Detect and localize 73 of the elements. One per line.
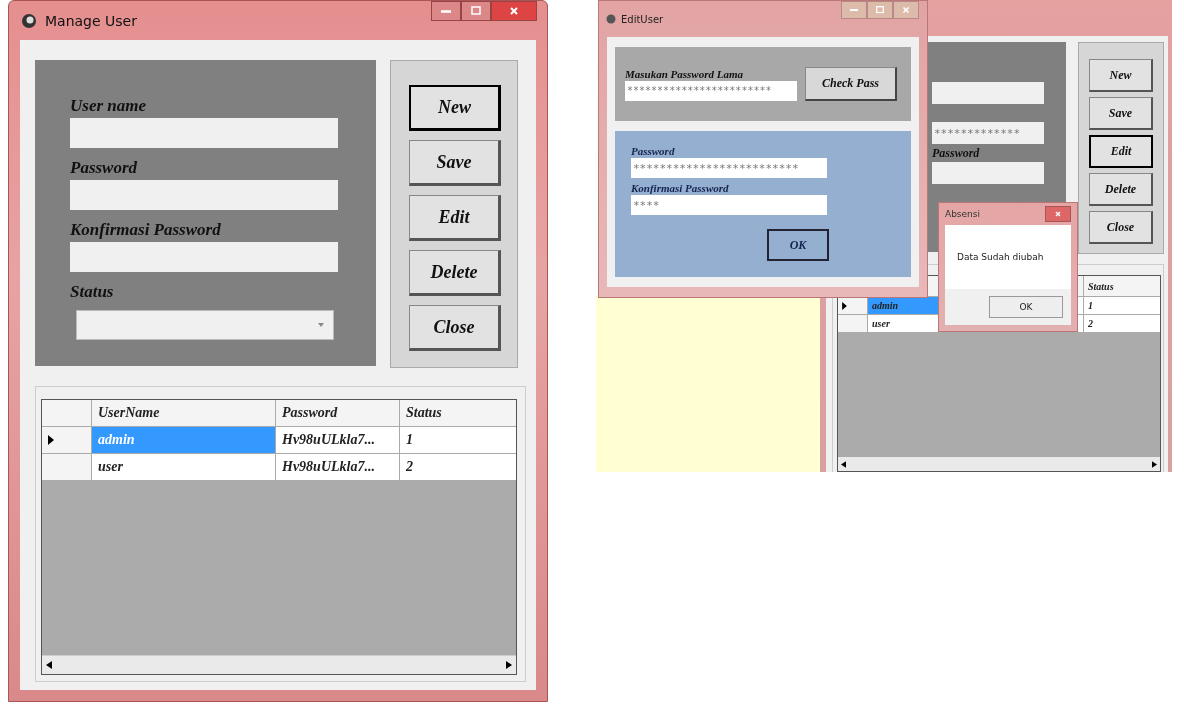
- input-field[interactable]: [70, 242, 338, 272]
- column-header[interactable]: Password: [276, 400, 400, 426]
- table-cell: user: [92, 454, 276, 480]
- maximize-icon: [875, 5, 885, 15]
- action-button[interactable]: Save: [1089, 97, 1153, 130]
- column-header[interactable]: Status: [400, 400, 516, 426]
- close-icon: [1054, 210, 1062, 218]
- row-header[interactable]: [42, 427, 92, 453]
- input-field[interactable]: [70, 180, 338, 210]
- field-label: Password: [70, 158, 138, 178]
- maximize-icon: [470, 5, 482, 17]
- table-cell-text: 2: [1087, 317, 1094, 331]
- table-cell-text: 1: [405, 431, 414, 449]
- action-button[interactable]: Close: [1089, 211, 1153, 244]
- field-label: Password: [631, 145, 675, 158]
- window-title: Manage User: [45, 12, 137, 29]
- table-cell: Hv98uULkla7...: [276, 454, 400, 480]
- action-button[interactable]: Delete: [409, 250, 501, 296]
- action-button[interactable]: Edit: [1089, 135, 1153, 168]
- maximize-button[interactable]: [867, 1, 893, 19]
- password-field[interactable]: ****: [631, 195, 827, 215]
- maximize-button[interactable]: [461, 1, 491, 21]
- table-cell: admin: [92, 427, 276, 453]
- current-row-icon: [48, 435, 54, 445]
- close-button[interactable]: [1045, 206, 1071, 222]
- dropdown-field[interactable]: [76, 310, 334, 340]
- table-cell: Hv98uULkla7...: [276, 427, 400, 453]
- input-field[interactable]: [932, 82, 1044, 104]
- action-button[interactable]: Save: [409, 140, 501, 186]
- ok-button[interactable]: OK: [989, 296, 1063, 318]
- dialog-title: EditUser: [621, 13, 664, 25]
- scroll-right-icon: [506, 661, 512, 669]
- action-button[interactable]: Edit: [409, 195, 501, 241]
- current-row-icon: [842, 301, 847, 310]
- horizontal-scrollbar[interactable]: [838, 457, 1160, 471]
- scroll-right-icon: [1152, 460, 1157, 468]
- close-icon: [508, 5, 520, 17]
- field-label: Konfirmasi Password: [631, 182, 729, 195]
- minimize-icon: [441, 9, 451, 13]
- column-header[interactable]: UserName: [92, 400, 276, 426]
- table-cell-text: 2: [405, 458, 414, 476]
- close-button[interactable]: [491, 1, 537, 21]
- ok-button[interactable]: OK: [767, 229, 829, 261]
- action-button[interactable]: New: [409, 85, 501, 131]
- close-button[interactable]: [893, 1, 919, 19]
- app-icon: [21, 12, 37, 29]
- password-field[interactable]: *************************: [631, 158, 827, 178]
- message-text: Data Sudah diubah: [957, 252, 1044, 262]
- app-icon: [605, 13, 617, 25]
- field-label: Status: [70, 282, 114, 302]
- scroll-left-icon: [841, 460, 846, 468]
- dropdown-arrow-icon: [317, 321, 325, 329]
- password-field[interactable]: ************************: [625, 80, 797, 101]
- field-label: User name: [70, 96, 147, 116]
- scroll-left-icon: [46, 661, 52, 669]
- action-button[interactable]: Delete: [1089, 173, 1153, 206]
- table-cell-text: 1: [1087, 299, 1094, 313]
- minimize-button[interactable]: [841, 1, 867, 19]
- close-icon: [901, 5, 911, 15]
- input-field[interactable]: [70, 118, 338, 148]
- minimize-button[interactable]: [431, 1, 461, 21]
- field-label: Masukan Password Lama: [625, 67, 744, 81]
- check-pass-button[interactable]: Check Pass: [805, 67, 897, 101]
- message-box-title: Absensi: [945, 209, 980, 219]
- field-label: Konfirmasi Password: [70, 220, 221, 240]
- input-field[interactable]: [932, 162, 1044, 184]
- action-button[interactable]: New: [1089, 59, 1153, 92]
- action-button[interactable]: Close: [409, 305, 501, 351]
- column-header[interactable]: Status: [1084, 276, 1160, 296]
- minimize-icon: [850, 9, 858, 11]
- horizontal-scrollbar[interactable]: [42, 655, 516, 674]
- input-field[interactable]: *************: [932, 122, 1044, 144]
- field-label: Password: [932, 146, 980, 160]
